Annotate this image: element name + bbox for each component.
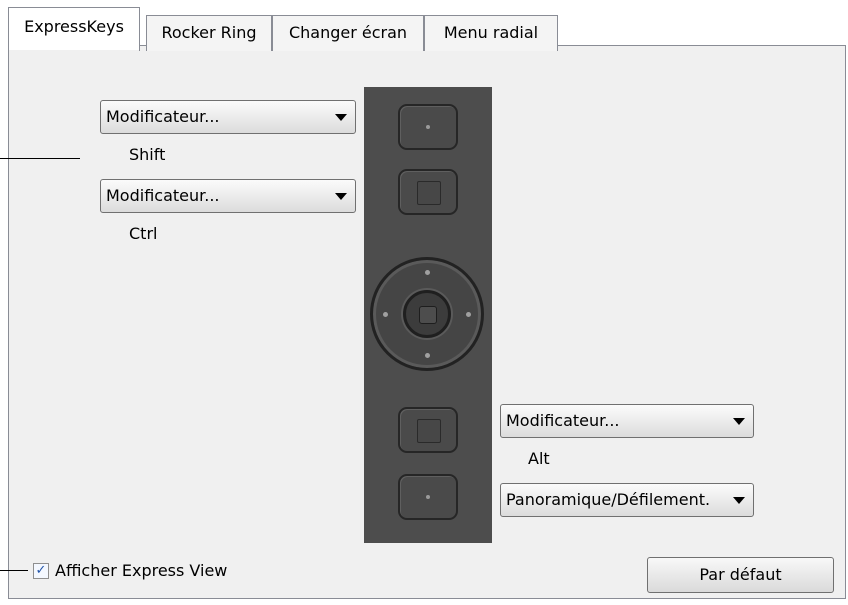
chevron-down-icon [335,114,347,121]
dropdown-value: Panoramique/Défilement. [506,490,711,509]
tablet-expresskeys-diagram [364,87,492,543]
callout-line-express-view [0,570,28,571]
callout-line-keys [0,158,80,159]
tab-expresskeys-label: ExpressKeys [24,17,124,36]
tab-expresskeys[interactable]: ExpressKeys [8,7,140,53]
square-icon [417,419,441,443]
expresskey-3[interactable] [398,407,458,453]
default-button[interactable]: Par défaut [647,557,834,593]
checkmark-icon: ✓ [35,563,47,578]
chevron-down-icon [335,193,347,200]
ring-dot-bottom [425,353,430,358]
expresskey-2[interactable] [398,169,458,215]
ring-dot-right [466,312,471,317]
tab-menu-radial[interactable]: Menu radial [424,15,558,51]
expresskey-1[interactable] [398,104,458,150]
square-icon [417,181,441,205]
key-function-dropdown-left-top[interactable]: Modificateur... [100,100,356,134]
chevron-down-icon [733,497,745,504]
key-function-dropdown-right-lower[interactable]: Modificateur... [500,404,754,438]
tab-rocker-ring-label: Rocker Ring [161,23,257,42]
dropdown-value: Modificateur... [506,411,620,430]
tab-changer-ecran[interactable]: Changer écran [272,15,424,51]
expresskey-4[interactable] [398,474,458,520]
key-detail-alt: Alt [528,449,550,468]
key-detail-shift: Shift [129,145,166,164]
square-icon [419,306,437,324]
rocker-ring[interactable] [370,257,484,371]
ring-dot-top [425,270,430,275]
dropdown-value: Modificateur... [106,186,220,205]
ring-dot-left [383,312,388,317]
default-button-label: Par défaut [699,565,782,584]
show-express-view-label[interactable]: Afficher Express View [55,561,227,581]
key-function-dropdown-left-second[interactable]: Modificateur... [100,179,356,213]
tab-menu-radial-label: Menu radial [443,23,539,42]
dropdown-value: Modificateur... [106,107,220,126]
dot-icon [426,495,430,499]
show-express-view-checkbox[interactable]: ✓ [33,563,49,579]
chevron-down-icon [733,418,745,425]
rocker-ring-center-button[interactable] [403,290,451,338]
tab-changer-ecran-label: Changer écran [288,23,408,42]
key-detail-ctrl: Ctrl [129,224,158,243]
dot-icon [426,125,430,129]
key-function-dropdown-right-bottom[interactable]: Panoramique/Défilement. [500,483,754,517]
tab-rocker-ring[interactable]: Rocker Ring [146,15,272,51]
